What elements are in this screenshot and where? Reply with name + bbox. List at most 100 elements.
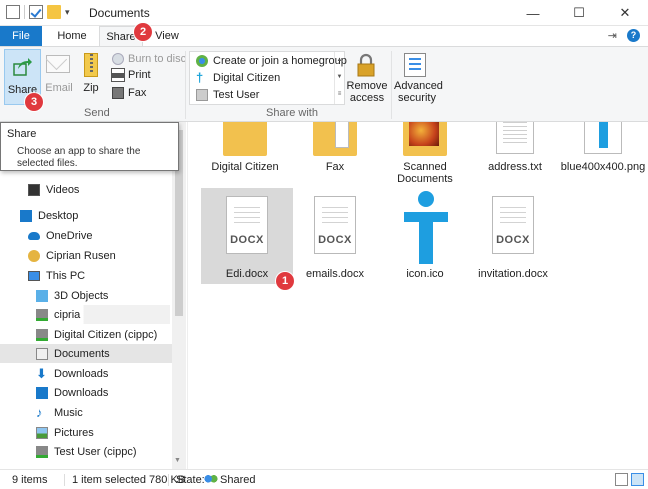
new-folder-icon[interactable] (47, 5, 61, 19)
print-button[interactable]: Print (111, 68, 151, 82)
nav-item-label: This PC (46, 269, 86, 282)
file-invitation-docx[interactable]: DOCX invitation.docx (467, 188, 559, 284)
nav-item-downloads[interactable]: ⬇ Downloads (36, 364, 108, 383)
nav-item-music[interactable]: ♪ Music (36, 403, 83, 422)
advanced-security-label: security (398, 92, 436, 104)
list-item-test-user[interactable]: Test User (196, 89, 259, 101)
disc-icon (112, 53, 124, 65)
advanced-security-button[interactable]: Advanced security (394, 80, 443, 104)
fax-button[interactable]: Fax (112, 87, 146, 99)
state-label: State: (176, 474, 205, 486)
nav-item-documents[interactable]: Documents (0, 344, 172, 363)
zip-button[interactable]: Zip (78, 82, 104, 94)
list-item-homegroup[interactable]: Create or join a homegroup (196, 55, 347, 67)
item-count: 9 items (12, 474, 48, 486)
burn-to-disc-button[interactable]: Burn to disc (112, 53, 186, 65)
nav-item-test-user-drive[interactable]: Test User (cippc) (36, 442, 137, 461)
status-separator (168, 474, 169, 486)
file-icon-ico[interactable]: icon.ico (379, 188, 471, 284)
file-emails-docx[interactable]: DOCX emails.docx (289, 188, 381, 284)
remove-access-label: access (349, 92, 385, 104)
burn-label: Burn to disc (128, 53, 187, 65)
tab-home[interactable]: Home (48, 26, 96, 46)
nav-item-desktop[interactable]: Desktop (20, 206, 78, 225)
details-view-button[interactable] (615, 473, 628, 486)
list-item-label: Digital Citizen (213, 72, 281, 84)
group-separator (391, 51, 392, 119)
window-title: Documents (89, 6, 150, 20)
folder-fax[interactable]: Fax (289, 122, 381, 186)
fax-label: Fax (128, 87, 147, 99)
image-preview-icon (409, 122, 439, 146)
share-tooltip: Share Choose an app to share the selecte… (0, 122, 179, 171)
file-type-label: DOCX (318, 234, 352, 246)
collapse-ribbon-icon[interactable]: ⇥ (608, 29, 617, 42)
nav-item-label: cipria (54, 308, 81, 321)
3d-objects-icon (36, 289, 48, 302)
tab-file[interactable]: File (0, 26, 42, 46)
help-icon[interactable]: ? (627, 29, 640, 42)
nav-item-network-drive[interactable]: cipria (36, 305, 170, 324)
tooltip-title: Share (7, 128, 37, 140)
close-button[interactable]: ✕ (602, 0, 648, 26)
tooltip-description: Choose an app to share the selected file… (17, 146, 141, 169)
folder-scanned-documents[interactable]: Scanned Documents (379, 122, 471, 186)
customize-toolbar-dropdown[interactable]: ▾ (65, 7, 70, 18)
folder-digital-citizen[interactable]: Digital Citizen (199, 122, 291, 186)
shared-state: Shared (220, 474, 256, 486)
file-name: Fax (325, 161, 345, 173)
nav-item-videos[interactable]: Videos (28, 180, 79, 199)
quick-access-toolbar: ▾ (6, 5, 70, 19)
nav-item-label: Desktop (38, 209, 79, 222)
nav-item-digital-citizen-drive[interactable]: Digital Citizen (cippc) (36, 325, 157, 344)
computer-icon (28, 270, 40, 281)
share-with-group-label: Share with (266, 107, 318, 119)
file-list: Digital Citizen Fax Scanned Documents ad… (189, 122, 648, 469)
advanced-security-icon (404, 53, 426, 77)
file-address-txt[interactable]: address.txt (469, 122, 561, 186)
email-button[interactable]: Email (44, 82, 74, 94)
nav-item-label: Documents (54, 347, 110, 360)
share-with-list[interactable]: Create or join a homegroup † Digital Cit… (189, 51, 347, 105)
file-name: Digital Citizen (211, 161, 279, 173)
nav-item-label: Downloads (54, 367, 109, 380)
maximize-button[interactable]: ☐ (556, 0, 602, 26)
list-item-label: Test User (213, 89, 260, 101)
minimize-button[interactable]: — (510, 0, 556, 26)
file-edi-docx[interactable]: DOCX Edi.docx (201, 188, 293, 284)
advanced-security-label: Advanced (394, 80, 443, 92)
nav-item-label: Videos (46, 183, 80, 196)
word-document-icon: DOCX (314, 196, 356, 254)
nav-item-this-pc[interactable]: This PC (28, 266, 85, 285)
downloads-folder-icon (36, 386, 48, 399)
digital-citizen-logo-icon (404, 191, 448, 264)
share-list-scrollbar[interactable]: ▲ ▼ ≡ (334, 52, 344, 104)
nav-item-pictures[interactable]: Pictures (36, 423, 94, 442)
step-badge: 1 (276, 272, 294, 290)
nav-item-onedrive[interactable]: OneDrive (28, 226, 92, 245)
nav-item-label: Downloads (54, 386, 109, 399)
scroll-down-arrow-icon[interactable]: ▼ (174, 457, 181, 464)
onedrive-cloud-icon (28, 231, 40, 240)
nav-item-3d-objects[interactable]: 3D Objects (36, 286, 108, 305)
videos-icon (28, 183, 40, 196)
toolbar-separator (24, 5, 25, 19)
tab-view[interactable]: View (150, 26, 184, 46)
file-blue400x400-png[interactable]: blue400x400.png (557, 122, 648, 186)
nav-item-label: Test User (cippc) (54, 445, 137, 458)
step-badge: 3 (25, 93, 43, 111)
nav-item-label: 3D Objects (54, 289, 109, 302)
list-item-digital-citizen[interactable]: † Digital Citizen (196, 71, 281, 84)
desktop-icon (20, 209, 32, 222)
checkmark-icon[interactable] (29, 5, 43, 19)
ribbon-tabs: File Home Share View ⇥ ? (0, 26, 648, 47)
large-icons-view-button[interactable] (631, 473, 644, 486)
properties-icon[interactable] (6, 5, 20, 19)
word-document-icon: DOCX (492, 196, 534, 254)
remove-access-button[interactable]: Remove access (346, 80, 388, 104)
music-note-icon: ♪ (36, 404, 43, 420)
status-bar: 9 items 1 item selected 780 KB State: Sh… (0, 469, 648, 489)
nav-item-user[interactable]: Ciprian Rusen (28, 246, 116, 265)
download-arrow-icon: ⬇ (36, 365, 47, 381)
nav-item-downloads-2[interactable]: Downloads (36, 383, 108, 402)
